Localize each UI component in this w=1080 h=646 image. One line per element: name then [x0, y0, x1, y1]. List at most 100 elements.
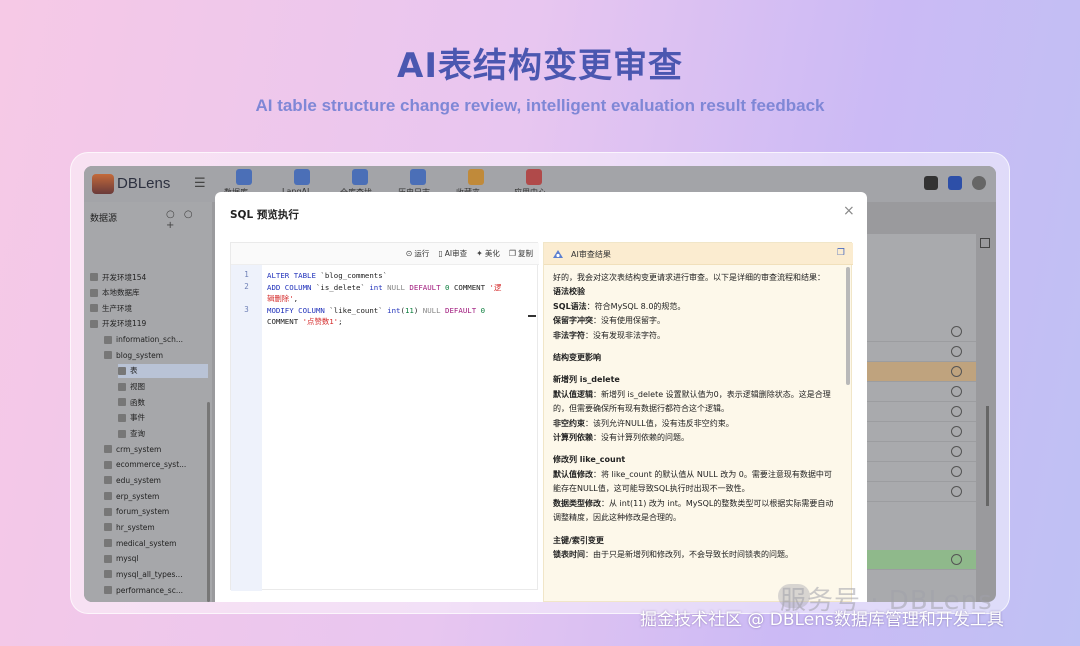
tree-item-label: 本地数据库 — [102, 288, 140, 298]
review-scrollbar[interactable] — [846, 267, 850, 385]
copy-icon[interactable]: ❐ — [837, 248, 845, 258]
review-item-key: 非法字符 — [553, 330, 585, 340]
database-icon — [104, 586, 112, 594]
row-action-icon[interactable] — [951, 426, 962, 437]
hero-title: AI表结构变更审查 — [397, 46, 683, 86]
datasource-icon — [90, 304, 98, 313]
close-icon[interactable]: × — [843, 203, 855, 219]
document-icon: ▯ — [438, 249, 443, 258]
row-action-icon[interactable] — [951, 386, 962, 397]
row-action-icon[interactable] — [951, 326, 962, 337]
table-row[interactable] — [864, 442, 976, 462]
menu-toggle-icon[interactable]: ☰ — [194, 176, 206, 191]
code-token: `like_count` — [329, 305, 388, 315]
tree-item[interactable]: 本地数据库 — [90, 286, 208, 300]
tree-item-label: 表 — [130, 366, 138, 376]
tree-item-label: 开发环境154 — [102, 272, 147, 282]
tree-item[interactable]: medical_system — [104, 536, 208, 550]
avatar-icon[interactable] — [972, 176, 986, 190]
pane-splitter[interactable] — [528, 315, 536, 317]
table-row[interactable] — [864, 402, 976, 422]
sidebar-tools[interactable]: ○ ○ + — [166, 209, 212, 231]
tree-item[interactable]: 开发环境154 — [90, 270, 208, 284]
footer-credit: 掘金技术社区 @ DBLens数据库管理和开发工具 — [640, 610, 1004, 630]
table-row[interactable] — [864, 422, 976, 442]
copy-button[interactable]: ❐ 复制 — [509, 248, 533, 259]
panel-scrollbar[interactable] — [986, 406, 989, 506]
table-row[interactable] — [864, 462, 976, 482]
tree-item[interactable]: 函数 — [118, 395, 208, 409]
row-action-icon[interactable] — [951, 466, 962, 477]
run-button[interactable]: ⊙ 运行 — [406, 248, 430, 259]
tree-item-label: forum_system — [116, 507, 170, 517]
database-icon — [104, 460, 112, 469]
code-token: ADD COLUMN — [267, 282, 316, 292]
tree-item[interactable]: crm_system — [104, 442, 208, 456]
beautify-button[interactable]: ✦ 美化 — [476, 248, 500, 259]
tree-item[interactable]: performance_sc... — [104, 583, 208, 597]
tree-item[interactable]: ecommerce_syst... — [104, 458, 208, 472]
row-action-icon[interactable] — [951, 554, 962, 565]
editor-toolbar: ⊙ 运行 ▯ AI审查 ✦ 美化 ❐ 复制 — [231, 243, 539, 265]
modal-title: SQL 预览执行 — [230, 209, 299, 221]
ai-review-button[interactable]: ▯ AI审查 — [438, 248, 467, 259]
tree-item[interactable]: 开发环境119 — [90, 317, 208, 331]
table-list-panel — [864, 234, 976, 602]
code-token: ; — [338, 317, 343, 327]
table-row[interactable] — [864, 550, 976, 570]
tree-item[interactable]: 生产环境 — [90, 301, 208, 315]
tree-item[interactable]: edu_system — [104, 473, 208, 487]
tree-item-label: plm_system — [116, 601, 161, 602]
table-row[interactable] — [864, 382, 976, 402]
sql-editor[interactable]: ⊙ 运行 ▯ AI审查 ✦ 美化 ❐ 复制 1 2 3 ALTER TABLE `blo… — [230, 242, 539, 591]
tree-item[interactable]: 事件 — [118, 411, 208, 425]
tree-item[interactable]: mysql — [104, 552, 208, 566]
review-item-key: 默认值修改 — [553, 469, 593, 479]
tree-item[interactable]: 表 — [118, 363, 208, 378]
row-action-icon[interactable] — [951, 346, 962, 357]
table-row[interactable] — [864, 342, 976, 362]
tree-item[interactable]: 视图 — [118, 380, 208, 394]
row-action-icon[interactable] — [951, 446, 962, 457]
tree-item[interactable]: hr_system — [104, 520, 208, 534]
review-item: 计算列依赖：没有计算列依赖的问题。 — [553, 431, 838, 445]
code-token: ALTER TABLE — [267, 271, 321, 280]
tree-item[interactable]: plm_system — [104, 599, 208, 602]
tree-item[interactable]: mysql_all_types... — [104, 567, 208, 581]
terminal-icon[interactable] — [924, 176, 938, 190]
line-number-gutter: 1 2 3 — [231, 265, 262, 591]
review-item-value: ：将 like_count 的默认值从 NULL 改为 0。需要注意现有数据中可… — [553, 469, 832, 494]
row-action-icon[interactable] — [951, 406, 962, 417]
tree-item[interactable]: erp_system — [104, 489, 208, 503]
review-item: 保留字冲突：没有使用保留字。 — [553, 314, 838, 328]
sidebar-scrollbar[interactable] — [207, 402, 210, 602]
object-icon — [118, 398, 126, 407]
review-item-key: SQL语法 — [553, 301, 587, 311]
notification-icon[interactable] — [948, 176, 962, 190]
table-row[interactable] — [864, 362, 976, 382]
object-icon — [118, 366, 126, 375]
table-row[interactable] — [864, 482, 976, 502]
table-row[interactable] — [864, 322, 976, 342]
database-icon — [104, 492, 112, 501]
row-action-icon[interactable] — [951, 366, 962, 377]
line-number: 1 — [244, 270, 249, 279]
sql-code[interactable]: ALTER TABLE `blog_comments` ADD COLUMN `i… — [267, 270, 503, 328]
sidebar-title: 数据源 — [90, 214, 118, 224]
tree-item[interactable]: forum_system — [104, 505, 208, 519]
code-token: '点赞数1' — [302, 317, 339, 327]
tree-item[interactable]: information_sch... — [104, 333, 208, 347]
database-icon — [236, 169, 252, 185]
sql-preview-modal: SQL 预览执行 × ⊙ 运行 ▯ AI审查 ✦ 美化 ❐ 复制 1 2 3 ALTER… — [215, 192, 867, 602]
tree-item[interactable]: blog_system — [104, 348, 208, 362]
panel-toggle-icon[interactable] — [980, 238, 990, 248]
tree-item-label: ecommerce_syst... — [116, 460, 187, 470]
tree-item[interactable]: 查询 — [118, 427, 208, 441]
row-action-icon[interactable] — [951, 486, 962, 497]
code-token: , — [293, 294, 299, 304]
review-title: AI审查结果 — [571, 250, 611, 259]
review-item-key: 计算列依赖 — [553, 433, 593, 443]
review-content: 好的，我会对这次表结构变更请求进行审查。以下是详细的审查流程和结果： 语法校验 SQ… — [553, 271, 838, 562]
code-token: int — [387, 305, 401, 315]
review-item-key: 保留字冲突 — [553, 316, 593, 326]
